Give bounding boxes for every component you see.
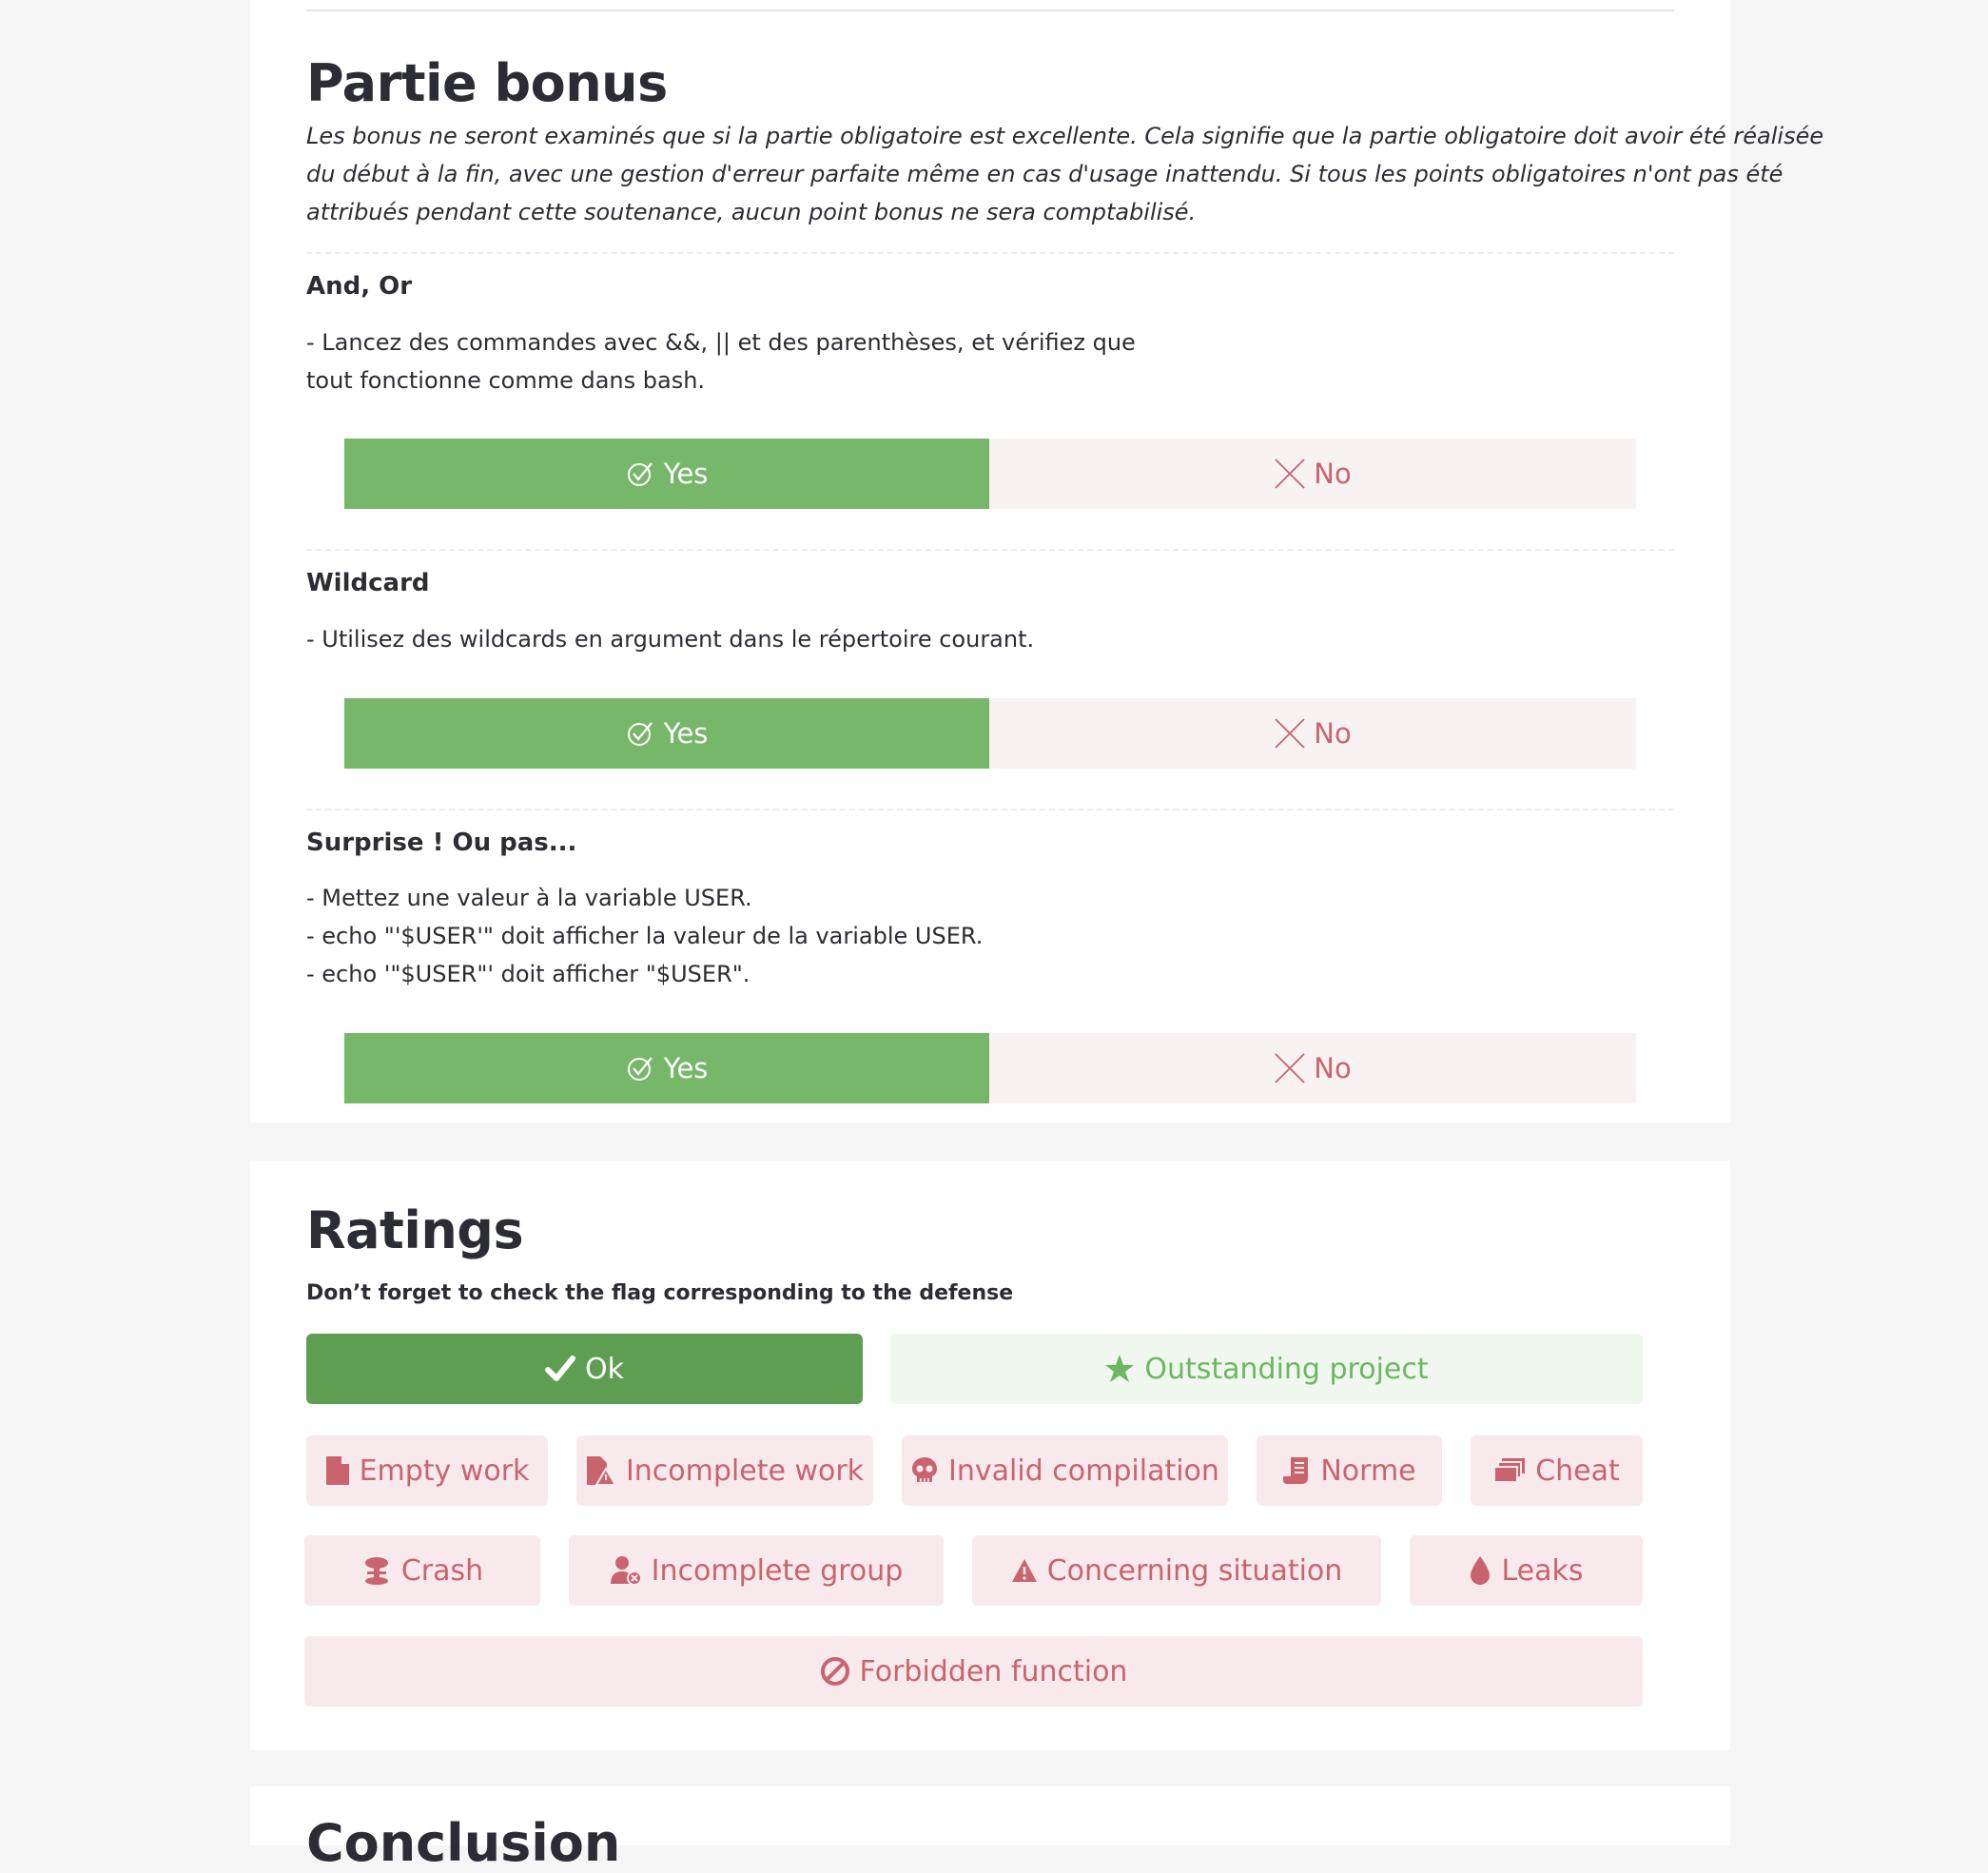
warning-triangle-icon [1011, 1558, 1038, 1583]
incomplete-work-label: Incomplete work [625, 1454, 865, 1488]
file-icon [325, 1455, 350, 1486]
crash-label: Crash [400, 1553, 484, 1588]
question-line: - echo "'$USER'" doit afficher la valeur… [306, 923, 984, 949]
norme-button[interactable]: Norme [1257, 1435, 1442, 1506]
ok-label: Ok [585, 1352, 624, 1386]
empty-work-button[interactable]: Empty work [306, 1435, 548, 1506]
question-text-and-or: - Lancez des commandes avec &&, || et de… [306, 323, 1136, 400]
x-icon [1274, 717, 1306, 750]
stacked-cards-icon [1493, 1457, 1526, 1484]
no-button[interactable]: No [989, 698, 1636, 769]
norme-label: Norme [1320, 1454, 1416, 1488]
bonus-title: Partie bonus [306, 53, 668, 113]
empty-work-label: Empty work [359, 1454, 530, 1488]
bonus-intro-line: Les bonus ne seront examinés que si la p… [306, 123, 1824, 149]
no-button[interactable]: No [989, 1033, 1636, 1103]
no-label: No [1314, 1052, 1352, 1084]
conclusion-title: Conclusion [306, 1813, 621, 1873]
yes-button[interactable]: Yes [344, 439, 989, 509]
question-line: - echo '"$USER"' doit afficher "$USER". [306, 961, 750, 987]
user-x-icon [610, 1555, 642, 1586]
leaks-label: Leaks [1501, 1553, 1584, 1588]
section-divider [306, 252, 1674, 254]
outstanding-project-button[interactable]: Outstanding project [890, 1334, 1643, 1404]
cheat-label: Cheat [1535, 1454, 1620, 1488]
incomplete-work-button[interactable]: Incomplete work [576, 1435, 873, 1506]
question-title-and-or: And, Or [306, 272, 413, 301]
forbidden-function-label: Forbidden function [859, 1654, 1128, 1688]
invalid-compilation-label: Invalid compilation [948, 1454, 1219, 1488]
x-icon [1274, 1052, 1306, 1084]
ratings-subtitle: Don’t forget to check the flag correspon… [306, 1281, 1014, 1305]
yes-no-toggle-and-or: Yes No [344, 439, 1636, 509]
yes-label: Yes [663, 458, 709, 490]
bonus-intro: Les bonus ne seront examinés que si la p… [306, 117, 1823, 231]
yes-label: Yes [663, 717, 709, 750]
question-line: - Lancez des commandes avec &&, || et de… [306, 329, 1136, 356]
file-warning-icon [586, 1455, 616, 1486]
explosion-icon [361, 1555, 392, 1586]
yes-button[interactable]: Yes [344, 698, 989, 769]
ban-icon [820, 1656, 850, 1687]
yes-button[interactable]: Yes [344, 1033, 989, 1103]
ratings-title: Ratings [306, 1200, 524, 1260]
star-icon [1104, 1354, 1135, 1384]
check-circle-icon [626, 719, 654, 748]
incomplete-group-button[interactable]: Incomplete group [569, 1535, 944, 1606]
bonus-intro-line: du début à la fin, avec une gestion d'er… [306, 161, 1783, 187]
section-divider [306, 809, 1674, 810]
outstanding-label: Outstanding project [1144, 1352, 1429, 1386]
question-title-surprise: Surprise ! Ou pas... [306, 829, 577, 857]
cheat-button[interactable]: Cheat [1471, 1435, 1643, 1506]
scroll-icon [1282, 1455, 1311, 1486]
top-divider [306, 10, 1674, 11]
bonus-intro-line: attribués pendant cette soutenance, aucu… [306, 199, 1197, 225]
crash-button[interactable]: Crash [304, 1535, 540, 1606]
ok-button[interactable]: Ok [306, 1334, 863, 1404]
no-button[interactable]: No [989, 439, 1636, 509]
yes-no-toggle-surprise: Yes No [344, 1033, 1636, 1103]
invalid-compilation-button[interactable]: Invalid compilation [902, 1435, 1228, 1506]
yes-no-toggle-wildcard: Yes No [344, 698, 1636, 769]
question-line: tout fonctionne comme dans bash. [306, 367, 706, 394]
question-line: - Mettez une valeur à la variable USER. [306, 885, 752, 911]
no-label: No [1314, 458, 1352, 490]
yes-label: Yes [663, 1052, 709, 1084]
checkmark-icon [545, 1355, 575, 1383]
concerning-situation-button[interactable]: Concerning situation [972, 1535, 1381, 1606]
question-text-wildcard: - Utilisez des wildcards en argument dan… [306, 620, 1034, 658]
leaks-button[interactable]: Leaks [1410, 1535, 1643, 1606]
skull-icon [910, 1455, 939, 1486]
concerning-situation-label: Concerning situation [1046, 1553, 1343, 1588]
section-divider [306, 549, 1674, 551]
forbidden-function-button[interactable]: Forbidden function [304, 1636, 1643, 1707]
question-line: - Utilisez des wildcards en argument dan… [306, 626, 1035, 653]
no-label: No [1314, 717, 1352, 750]
question-title-wildcard: Wildcard [306, 569, 430, 597]
question-text-surprise: - Mettez une valeur à la variable USER. … [306, 879, 983, 993]
incomplete-group-label: Incomplete group [651, 1553, 904, 1588]
check-circle-icon [626, 1054, 654, 1083]
x-icon [1274, 458, 1306, 490]
check-circle-icon [626, 459, 654, 488]
droplet-icon [1469, 1555, 1491, 1586]
